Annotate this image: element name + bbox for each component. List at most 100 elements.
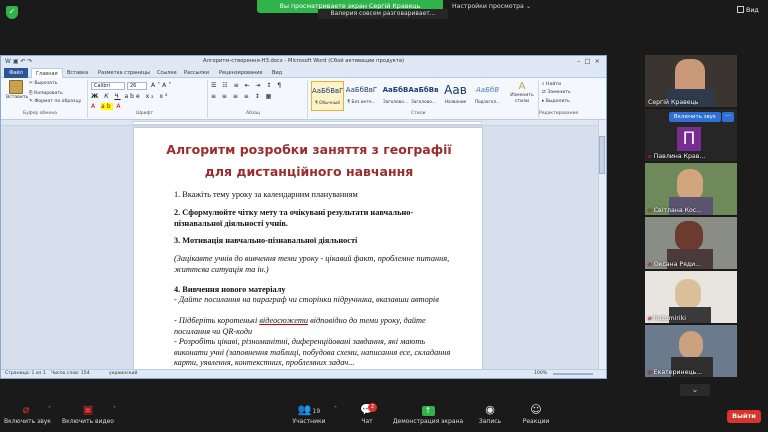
tab-review[interactable]: Рецензирование (219, 68, 263, 78)
audio-options-caret[interactable]: ˄ (48, 406, 51, 413)
style-subtitle[interactable]: АаБбВ Подзагол... (471, 81, 504, 111)
status-page[interactable]: Страница: 1 из 1 (5, 370, 46, 378)
document-area[interactable]: Алгоритм розробки заняття з географії дл… (1, 126, 598, 369)
participants-options-caret[interactable]: ˄ (334, 406, 337, 413)
zoom-slider[interactable] (553, 373, 593, 375)
close-icon[interactable]: × (595, 57, 604, 65)
window-controls[interactable]: –□× (577, 56, 604, 67)
font-grow-shrink[interactable]: A˄A˅ (151, 82, 173, 90)
muted-mic-icon: ⌀ (648, 315, 652, 322)
status-bar: Страница: 1 из 1 Число слов: 154 украинс… (1, 369, 606, 378)
alignment-buttons[interactable]: ≡ ≡ ≡ ≡ ↕ ▦ (211, 93, 273, 101)
maximize-icon[interactable]: □ (584, 57, 594, 65)
font-size-select[interactable]: 26 (127, 82, 147, 90)
security-shield-icon[interactable]: ✓ (6, 6, 18, 19)
unmute-button[interactable]: ⌀ Включить звук (4, 403, 51, 429)
share-screen-label: Демонстрация экрана (392, 418, 464, 425)
list-buttons[interactable]: ☰ ☷ ≡ ⇤ ⇥ ↕ ¶ (211, 82, 283, 90)
participant-name: hozumiriki (653, 315, 686, 322)
start-video-label: Включить видео (62, 418, 114, 425)
font-color-buttons[interactable]: A ab A (91, 103, 123, 111)
leave-button[interactable]: Выйти (727, 410, 761, 423)
muted-mic-icon: ⌀ (22, 403, 30, 416)
doc-paragraph-8: - Розробіть цікаві, різноманітні, дифере… (174, 337, 451, 367)
ribbon: Вставить ✂ Вырезать ⎘ Копировать ✎ Форма… (1, 78, 606, 120)
view-options-button[interactable]: Настройки просмотра ⌄ (452, 1, 531, 13)
muted-mic-icon: ⌀ (648, 207, 652, 214)
select-label: Выделить (545, 99, 570, 104)
document-page[interactable]: Алгоритм розробки заняття з географії дл… (133, 127, 483, 369)
cut-button[interactable]: ✂ Вырезать (29, 81, 57, 86)
enable-sound-button[interactable]: Включить звук (669, 112, 721, 122)
participants-icon: 👥 (297, 403, 312, 416)
chat-button[interactable]: 💬 Чат (352, 403, 382, 429)
redo-icon[interactable]: ↷ (27, 58, 32, 65)
participant-name: Оксана Ряди... (653, 261, 701, 268)
font-format-buttons[interactable]: Ж К Ч abe x₂ x² (91, 93, 169, 101)
participant-tile[interactable]: ⌀ Оксана Ряди... (645, 217, 737, 269)
participant-name: Світлана Кос... (653, 207, 703, 214)
participant-name: Павлина Крав... (653, 153, 706, 160)
tab-page-layout[interactable]: Разметка страницы (98, 68, 150, 78)
participant-tile[interactable]: Сергій Кравець (645, 55, 737, 107)
undo-icon[interactable]: ↶ (20, 58, 25, 65)
tab-home[interactable]: Главная (31, 68, 63, 78)
video-options-caret[interactable]: ˄ (113, 406, 116, 413)
change-styles-button[interactable]: A Изменить стили (509, 81, 535, 105)
tab-mailings[interactable]: Рассылки (184, 68, 209, 78)
participant-tile[interactable]: ⌀ Світлана Кос... (645, 163, 737, 215)
participant-tile[interactable]: ⌀ hozumiriki (645, 271, 737, 323)
scrollbar-thumb[interactable] (599, 136, 605, 174)
word-titlebar: Алгоритм-створення-НЗ.docx - Microsoft W… (1, 56, 606, 67)
doc-paragraph-7: - Підберіть коротенькі відеосюжети відпо… (174, 316, 454, 337)
quick-access-toolbar[interactable]: W ▣ ↶ ↷ (5, 57, 32, 66)
divider (307, 80, 308, 118)
save-icon[interactable]: ▣ (13, 58, 19, 65)
find-button[interactable]: ⌕ Найти (542, 81, 561, 87)
zoom-level[interactable]: 100% (534, 370, 547, 378)
muted-mic-icon: ⌀ (648, 153, 652, 160)
style-heading-2[interactable]: АаБбВв Заголово... (407, 81, 440, 111)
scroll-down-button[interactable]: ⌄ (680, 384, 710, 396)
reactions-button[interactable]: ☺ Реакции (516, 403, 556, 429)
clipboard-group-label: Буфер обмена (23, 111, 58, 116)
select-button[interactable]: ▸ Выделить (542, 99, 570, 104)
ruler-track (132, 121, 482, 125)
view-button[interactable]: Вид (737, 5, 765, 17)
tab-references[interactable]: Ссылки (157, 68, 177, 78)
participants-button[interactable]: 👥19 Участники (289, 403, 329, 429)
grid-icon (737, 6, 744, 13)
participants-label: Участники (292, 418, 326, 425)
format-painter-label: Формат по образцу (34, 99, 82, 104)
participant-avatar: П (677, 127, 701, 151)
view-button-label: Вид (746, 7, 759, 14)
record-icon: ◉ (485, 403, 495, 416)
tab-insert[interactable]: Вставка (67, 68, 88, 78)
paragraph-group-label: Абзац (246, 111, 261, 116)
style-name: ¶ Без инте... (347, 100, 376, 105)
doc-paragraph-7-start: - Підберіть коротенькі (174, 316, 260, 325)
style-normal[interactable]: АаБбВвГ ¶ Обычный (311, 81, 344, 111)
paste-button[interactable]: Вставить (6, 80, 28, 110)
chat-icon: 💬 (360, 403, 374, 416)
status-language[interactable]: украинский (109, 370, 138, 378)
status-words[interactable]: Число слов: 154 (51, 370, 90, 378)
tab-view[interactable]: Вид (272, 68, 282, 78)
tab-file[interactable]: Файл (4, 68, 28, 78)
doc-paragraph-2: 2. Сформулюйте чітку мету та очікувані р… (174, 208, 414, 228)
format-painter-button[interactable]: ✎ Формат по образцу (29, 99, 81, 104)
style-no-spacing[interactable]: АаБбВвГ ¶ Без инте... (345, 81, 378, 111)
more-options-button[interactable]: ··· (722, 112, 734, 122)
start-video-button[interactable]: ▣ Включить видео (60, 403, 116, 429)
share-screen-button[interactable]: ↑ Демонстрация экрана (392, 403, 464, 429)
zoom-screen: ✓ Вы просматриваете экран Сергій Кравець… (0, 0, 768, 432)
font-name-select[interactable]: Calibri (91, 82, 125, 90)
copy-button[interactable]: ⎘ Копировать (29, 90, 63, 96)
participant-tile[interactable]: ⌀ Екатеринець... (645, 325, 737, 377)
muted-mic-icon: ⌀ (648, 261, 652, 268)
record-button[interactable]: ◉ Запись (473, 403, 507, 429)
chat-label: Чат (361, 418, 373, 425)
style-title[interactable]: Аав Название (439, 81, 472, 111)
replace-button[interactable]: ⇄ Заменить (542, 90, 571, 95)
doc-paragraph-7-link: відеосюжети (259, 316, 308, 325)
